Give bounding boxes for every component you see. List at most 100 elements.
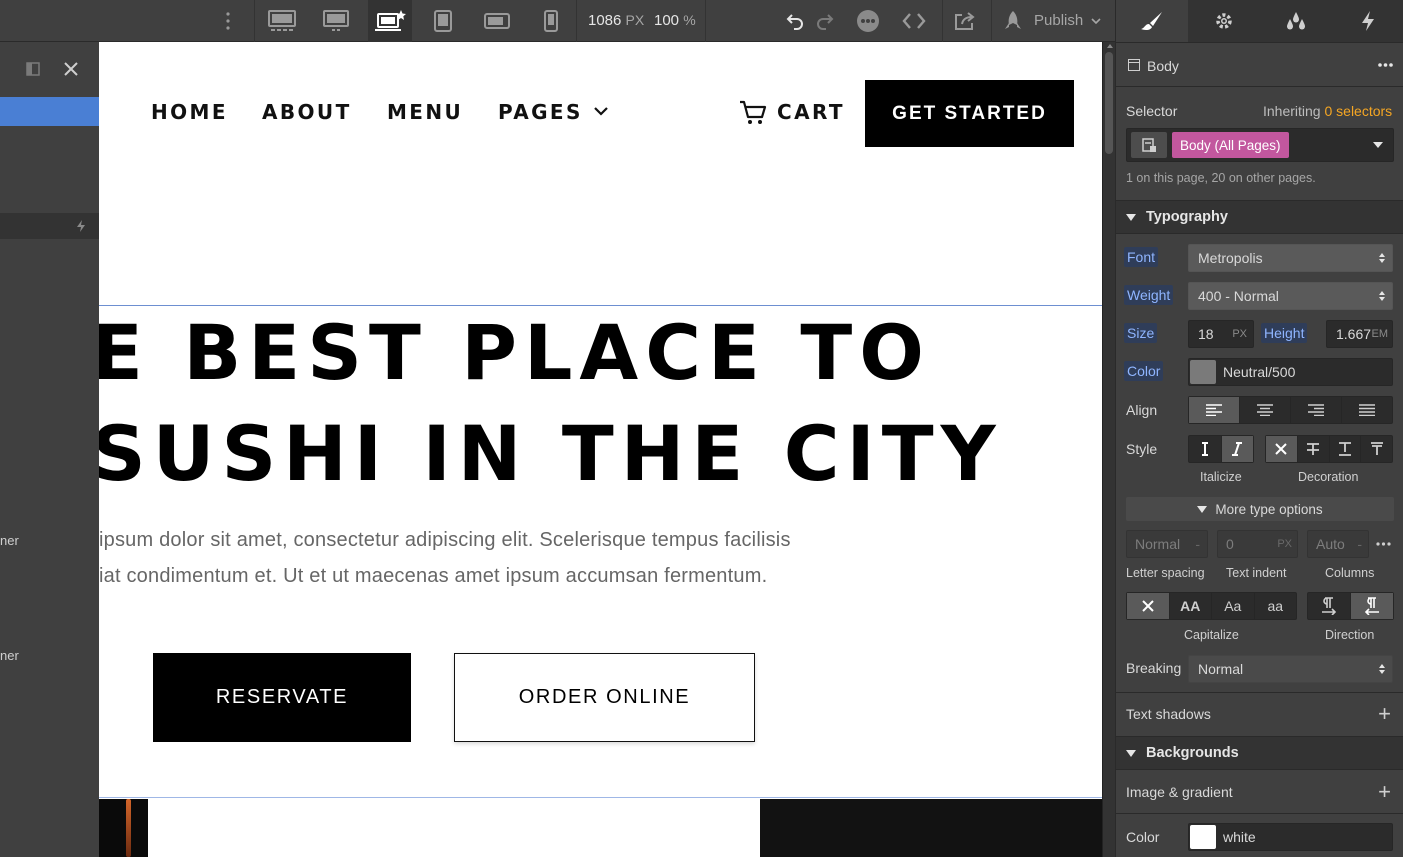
capitalize-none-icon[interactable] (1127, 593, 1170, 619)
nav-cart-link[interactable]: CART (777, 100, 845, 124)
text-indent-input[interactable]: 0 PX (1217, 530, 1298, 558)
selector-label: Selector (1126, 103, 1178, 119)
text-indent-unit[interactable]: PX (1277, 538, 1292, 550)
canvas-width-readout[interactable]: 1086 PX (588, 12, 644, 29)
tree-item-fragment[interactable]: ner (0, 533, 19, 548)
comments-icon[interactable] (854, 0, 882, 42)
select-arrows-icon (1379, 291, 1385, 301)
hero-heading-line1: E BEST PLACE TO (99, 308, 931, 397)
publish-label: Publish (1034, 12, 1084, 29)
size-unit[interactable]: PX (1232, 328, 1247, 340)
cart-icon[interactable] (739, 99, 767, 127)
style-label: Style (1126, 441, 1158, 457)
nav-menu-link[interactable]: MENU (387, 100, 463, 124)
add-text-shadow-icon[interactable]: + (1378, 703, 1391, 725)
order-online-button[interactable]: ORDER ONLINE (454, 653, 755, 742)
zoom-unit: % (683, 12, 696, 28)
selector-field[interactable]: Body (All Pages) (1126, 128, 1394, 162)
code-icon[interactable] (900, 0, 928, 42)
inheriting-text: Inheriting 0 selectors (1263, 103, 1392, 119)
undo-icon[interactable] (784, 0, 806, 42)
align-justify-icon[interactable] (1342, 397, 1392, 423)
weight-label: Weight (1124, 285, 1174, 305)
direction-rtl-icon[interactable] (1351, 593, 1393, 619)
breaking-select[interactable]: Normal (1188, 655, 1393, 683)
size-input[interactable]: 18 PX (1188, 320, 1254, 348)
columns-caption: Columns (1325, 566, 1375, 580)
nav-pages-link[interactable]: PAGES (498, 100, 583, 124)
strikethrough-icon[interactable] (1298, 436, 1330, 462)
selector-type-icon[interactable] (1131, 132, 1167, 158)
breakpoint-mobile-portrait-icon[interactable] (538, 0, 564, 42)
capitalize-icon[interactable]: Aa (1212, 593, 1255, 619)
align-right-icon[interactable] (1291, 397, 1342, 423)
decoration-none-icon[interactable] (1266, 436, 1298, 462)
chevron-down-icon[interactable] (1089, 0, 1103, 42)
canvas-scrollbar[interactable] (1102, 42, 1115, 857)
canvas-width-value: 1086 (588, 12, 622, 29)
tab-style-manager[interactable] (1260, 0, 1332, 42)
direction-ltr-icon[interactable] (1308, 593, 1351, 619)
reservate-button[interactable]: RESERVATE (153, 653, 411, 742)
breakpoint-desktop-xl-icon[interactable] (262, 0, 302, 42)
collapse-panel-icon[interactable] (26, 62, 40, 76)
publish-button[interactable]: Publish (1034, 12, 1083, 29)
decoration-caption: Decoration (1298, 470, 1359, 484)
italic-off-icon[interactable] (1189, 436, 1222, 462)
zoom-readout[interactable]: 100 % (654, 12, 696, 29)
select-arrows-icon (1379, 664, 1385, 674)
background-color-field[interactable]: white (1188, 823, 1393, 851)
italic-icon[interactable] (1221, 436, 1253, 462)
columns-input[interactable]: Auto - (1307, 530, 1369, 558)
selector-tag[interactable]: Body (All Pages) (1172, 132, 1289, 158)
more-options-icon[interactable] (1378, 63, 1393, 67)
tree-item-symbol[interactable] (0, 213, 99, 239)
align-center-icon[interactable] (1240, 397, 1291, 423)
chevron-down-icon[interactable] (594, 107, 608, 116)
line-height-unit[interactable]: EM (1372, 328, 1389, 340)
overline-icon[interactable] (1361, 436, 1392, 462)
line-height-input[interactable]: 1.667 EM (1326, 320, 1393, 348)
typography-title: Typography (1146, 209, 1228, 225)
uppercase-icon[interactable]: AA (1170, 593, 1212, 619)
text-color-field[interactable]: Neutral/500 (1188, 358, 1393, 386)
text-shadows-label: Text shadows (1126, 706, 1211, 722)
font-select[interactable]: Metropolis (1188, 244, 1393, 272)
design-canvas[interactable]: HOME ABOUT MENU PAGES CART GET STARTED E… (99, 42, 1102, 857)
breakpoint-desktop-base-icon[interactable] (368, 0, 412, 42)
weight-select[interactable]: 400 - Normal (1188, 282, 1393, 310)
export-icon[interactable] (952, 0, 978, 42)
nav-about-link[interactable]: ABOUT (262, 100, 352, 124)
lowercase-icon[interactable]: aa (1255, 593, 1297, 619)
get-started-button[interactable]: GET STARTED (865, 80, 1074, 147)
breakpoint-mobile-landscape-icon[interactable] (480, 0, 514, 42)
add-background-icon[interactable]: + (1378, 781, 1391, 803)
nav-home-link[interactable]: HOME (151, 100, 228, 124)
caret-down-icon[interactable] (1373, 142, 1383, 148)
scrollbar-thumb[interactable] (1105, 52, 1113, 154)
background-color-swatch[interactable] (1190, 825, 1216, 849)
tab-interactions[interactable] (1332, 0, 1403, 42)
breakpoint-tablet-icon[interactable] (428, 0, 458, 42)
rocket-icon[interactable] (1000, 0, 1026, 42)
text-color-swatch[interactable] (1190, 360, 1216, 384)
close-icon[interactable] (64, 62, 78, 76)
align-left-icon[interactable] (1189, 397, 1240, 423)
hero-paragraph-line1: ipsum dolor sit amet, consectetur adipis… (99, 529, 791, 551)
letter-spacing-input[interactable]: Normal - (1126, 530, 1208, 558)
underline-icon[interactable] (1330, 436, 1362, 462)
selected-tree-item[interactable] (0, 97, 99, 126)
more-options-icon[interactable] (1376, 542, 1391, 546)
tab-style[interactable] (1116, 0, 1188, 42)
dash-icon: - (1357, 536, 1362, 552)
redo-icon[interactable] (814, 0, 836, 42)
backgrounds-section-header[interactable]: Backgrounds (1116, 736, 1403, 770)
more-vertical-icon[interactable] (218, 0, 238, 42)
tab-settings[interactable] (1188, 0, 1260, 42)
inheriting-count[interactable]: 0 selectors (1324, 103, 1392, 119)
breakpoint-desktop-large-icon[interactable] (316, 0, 356, 42)
paintbrush-icon (1141, 12, 1162, 31)
tree-item-fragment[interactable]: ner (0, 648, 19, 663)
more-type-options-button[interactable]: More type options (1126, 497, 1394, 521)
typography-section-header[interactable]: Typography (1116, 200, 1403, 234)
